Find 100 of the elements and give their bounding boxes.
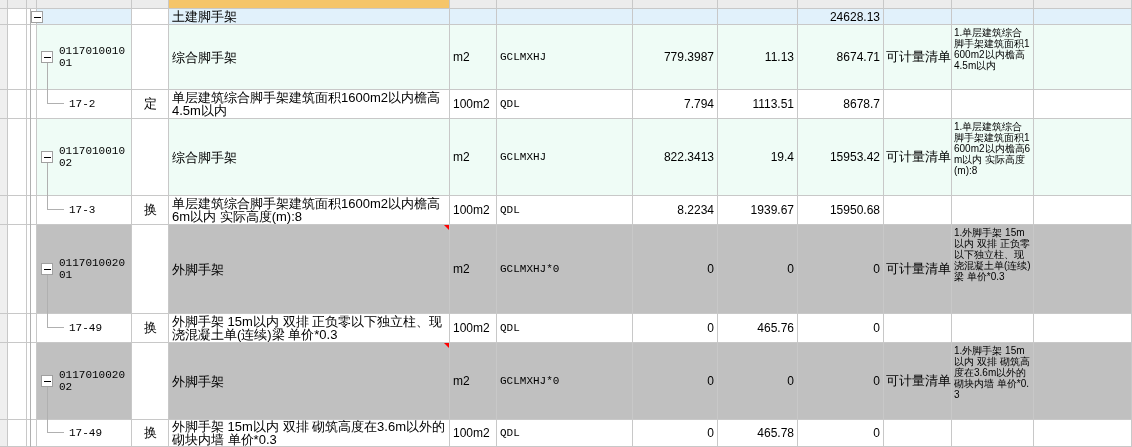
unit-cell: 100m2 <box>450 420 497 447</box>
type-cell: 换 <box>132 420 169 447</box>
quantity-cell: 779.3987 <box>633 25 718 90</box>
column-header[interactable] <box>633 0 718 9</box>
code-text: 17-3 <box>69 204 96 216</box>
collapse-toggle[interactable] <box>41 151 53 163</box>
features-cell: 1.单层建筑综合脚手架建筑面积1600m2以内檐高4.5m以内 <box>952 25 1034 90</box>
name-text: 综合脚手架 <box>172 150 237 164</box>
expression-cell: GCLMXHJ <box>497 119 633 196</box>
total-price-cell: 0 <box>798 343 884 420</box>
tree-line <box>47 163 48 196</box>
quantity-cell: 0 <box>633 225 718 314</box>
total-price-cell: 24628.13 <box>798 9 884 25</box>
unit-price-cell: 11.13 <box>718 25 798 90</box>
expression-cell: GCLMXHJ*0 <box>497 343 633 420</box>
expression-cell: GCLMXHJ*0 <box>497 225 633 314</box>
column-header[interactable] <box>497 0 633 9</box>
name-text: 外脚手架 15m以内 双排 砌筑高度在3.6m以外的砌块内墙 单价*0.3 <box>172 420 447 446</box>
table-cell <box>8 9 27 25</box>
quantity-cell: 0 <box>633 314 718 343</box>
expression-cell: QDL <box>497 90 633 119</box>
expression-cell: QDL <box>497 314 633 343</box>
code-text: 17-49 <box>69 322 102 334</box>
table-cell <box>884 196 952 225</box>
tree-connector <box>47 420 64 433</box>
unit-cell: m2 <box>450 225 497 314</box>
expression-cell: QDL <box>497 420 633 447</box>
column-header[interactable] <box>0 0 8 9</box>
tree-connector <box>47 314 64 328</box>
quantity-cell: 8.2234 <box>633 196 718 225</box>
column-header[interactable] <box>27 0 37 9</box>
table-cell <box>884 420 952 447</box>
expression-cell: QDL <box>497 196 633 225</box>
unit-price-cell: 465.76 <box>718 314 798 343</box>
total-price-cell: 0 <box>798 225 884 314</box>
code-text: 17-2 <box>69 98 96 110</box>
features-cell: 1.外脚手架 15m以内 双排 正负零以下独立柱、现浇混凝土单(连续)梁 单价*0.3 <box>952 225 1034 314</box>
unit-cell: 100m2 <box>450 314 497 343</box>
category-cell: 可计量清单 <box>884 119 952 196</box>
column-header[interactable] <box>798 0 884 9</box>
unit-price-cell: 0 <box>718 225 798 314</box>
category-cell: 可计量清单 <box>884 25 952 90</box>
name-text: 外脚手架 <box>172 262 224 276</box>
unit-cell: m2 <box>450 25 497 90</box>
quantity-cell: 0 <box>633 343 718 420</box>
features-cell: 1.外脚手架 15m以内 双排 砌筑高度在3.6m以外的砌块内墙 单价*0.3 <box>952 343 1034 420</box>
unit-price-cell: 465.78 <box>718 420 798 447</box>
column-header[interactable] <box>952 0 1034 9</box>
column-header[interactable] <box>884 0 952 9</box>
column-header[interactable] <box>718 0 798 9</box>
table-cell <box>884 90 952 119</box>
quantity-cell: 0 <box>633 420 718 447</box>
collapse-toggle[interactable] <box>41 51 53 63</box>
code-text: 011701001001 <box>59 45 126 69</box>
category-cell: 可计量清单 <box>884 225 952 314</box>
type-cell: 换 <box>132 314 169 343</box>
table-cell <box>8 90 27 119</box>
collapse-toggle[interactable] <box>41 263 53 275</box>
collapse-toggle[interactable] <box>41 375 53 387</box>
column-header[interactable] <box>450 0 497 9</box>
unit-cell: m2 <box>450 343 497 420</box>
code-text: 011701001002 <box>59 145 126 169</box>
total-price-cell: 15950.68 <box>798 196 884 225</box>
quantity-cell: 7.794 <box>633 90 718 119</box>
type-cell: 换 <box>132 196 169 225</box>
code-text: 17-49 <box>69 427 102 439</box>
table-cell <box>884 314 952 343</box>
table-cell <box>8 25 27 90</box>
code-text: 011701002001 <box>59 257 126 281</box>
unit-price-cell: 1113.51 <box>718 90 798 119</box>
total-price-cell: 8674.71 <box>798 25 884 90</box>
tree-line <box>47 63 48 90</box>
category-cell: 可计量清单 <box>884 343 952 420</box>
name-text: 外脚手架 15m以内 双排 正负零以下独立柱、现浇混凝土单(连续)梁 单价*0.3 <box>172 315 444 341</box>
collapse-toggle[interactable] <box>31 11 43 23</box>
features-cell: 1.单层建筑综合脚手架建筑面积1600m2以内檐高6m以内 实际高度(m):8 <box>952 119 1034 196</box>
name-text: 单层建筑综合脚手架建筑面积1600m2以内檐高6m以内 实际高度(m):8 <box>172 197 441 223</box>
unit-price-cell: 1939.67 <box>718 196 798 225</box>
expression-cell: GCLMXHJ <box>497 25 633 90</box>
name-text: 综合脚手架 <box>172 50 237 64</box>
name-text: 土建脚手架 <box>172 10 237 23</box>
quantity-cell: 822.3413 <box>633 119 718 196</box>
name-text: 单层建筑综合脚手架建筑面积1600m2以内檐高4.5m以内 <box>172 91 441 117</box>
total-price-cell: 8678.7 <box>798 90 884 119</box>
column-header[interactable] <box>1034 0 1132 9</box>
total-price-cell: 0 <box>798 314 884 343</box>
unit-price-cell: 0 <box>718 343 798 420</box>
table-cell <box>8 420 27 447</box>
tree-connector <box>47 90 64 104</box>
unit-cell: 100m2 <box>450 196 497 225</box>
total-price-cell: 15953.42 <box>798 119 884 196</box>
column-header[interactable] <box>132 0 169 9</box>
column-header[interactable] <box>169 0 450 9</box>
unit-cell: m2 <box>450 119 497 196</box>
name-text: 外脚手架 <box>172 374 224 388</box>
table-cell <box>8 196 27 225</box>
table-cell <box>884 9 952 25</box>
code-text: 011701002002 <box>59 369 126 393</box>
tree-connector <box>47 196 64 210</box>
unit-cell: 100m2 <box>450 90 497 119</box>
